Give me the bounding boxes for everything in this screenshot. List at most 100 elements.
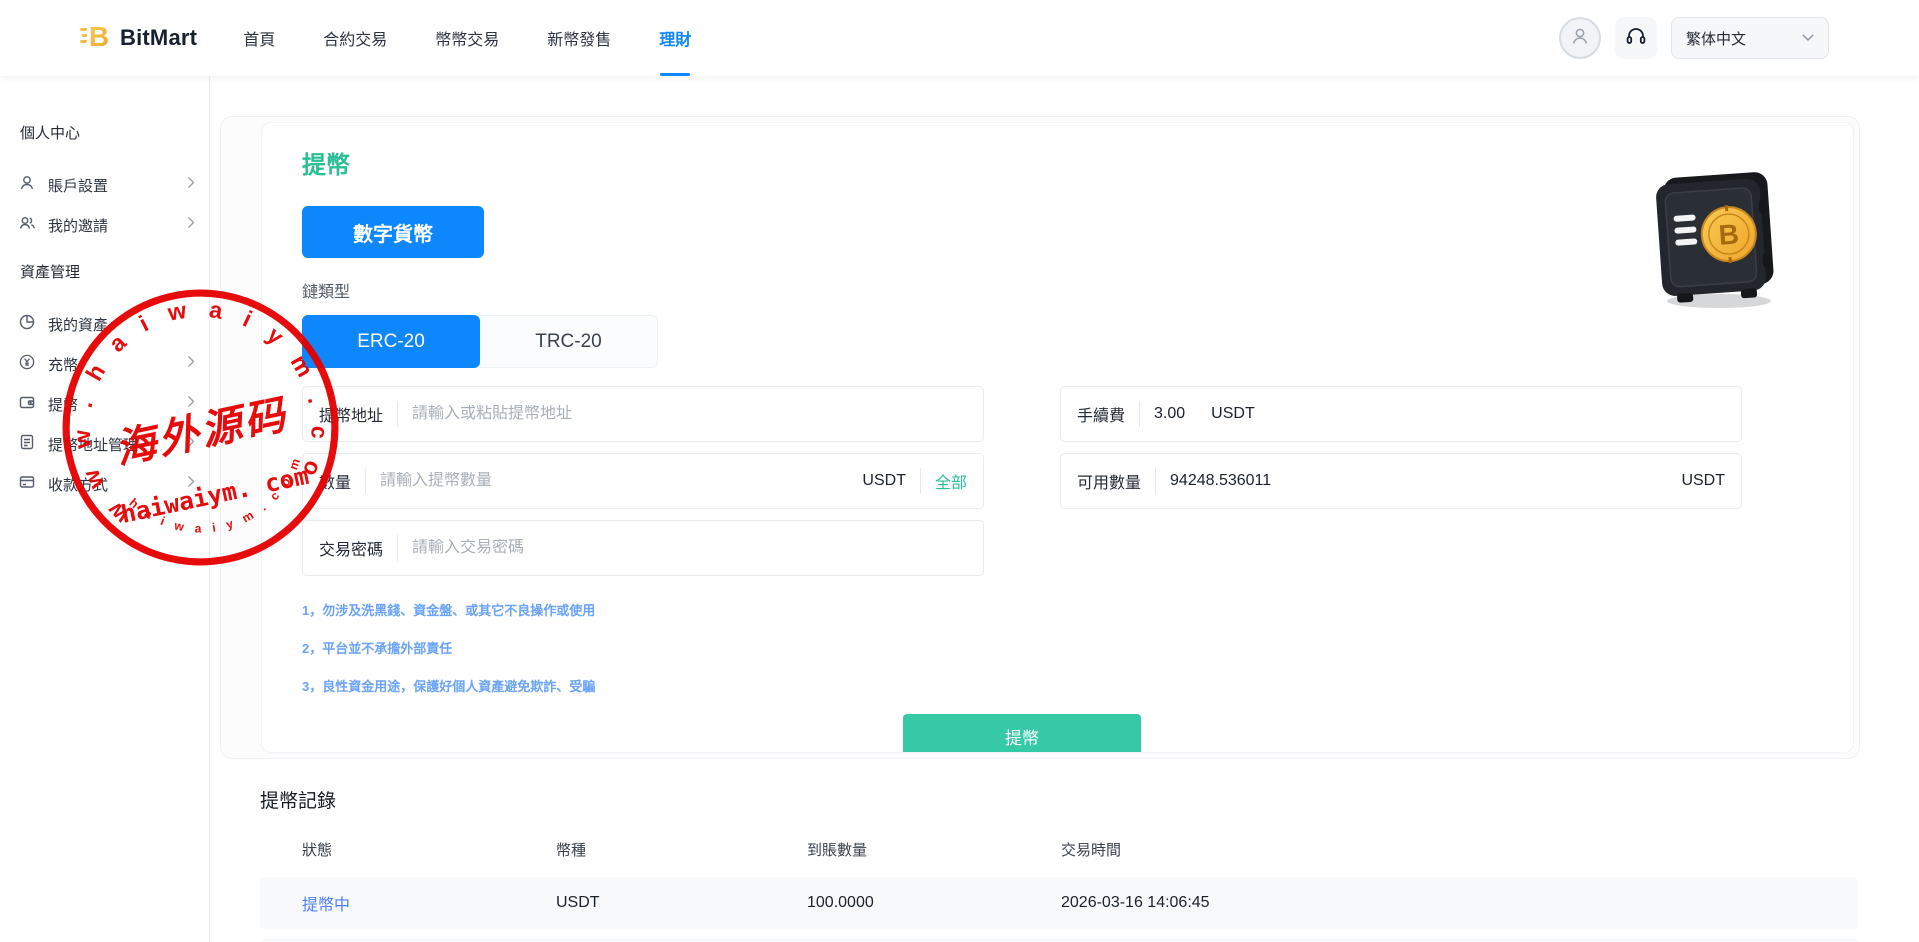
amount-field: 數量 USDT 全部 <box>302 453 984 509</box>
available-unit: USDT <box>1681 472 1725 490</box>
brand-name: BitMart <box>120 25 197 51</box>
tab-erc20[interactable]: ERC-20 <box>302 315 480 368</box>
users-icon <box>18 214 36 237</box>
sidebar-item-my-assets[interactable]: 我的資產 <box>18 304 195 344</box>
withdraw-notes: 1，勿涉及洗黑錢、資金盤、或其它不良操作或使用 2，平台並不承擔外部責任 3，良… <box>302 600 1853 695</box>
password-field: 交易密碼 <box>302 520 984 576</box>
sidebar-item-deposit[interactable]: 充幣 <box>18 344 195 384</box>
sidebar-section-assets: 資產管理 <box>18 261 195 282</box>
divider <box>397 535 398 561</box>
password-label: 交易密碼 <box>319 536 383 560</box>
support-button[interactable] <box>1615 17 1657 59</box>
language-selector[interactable]: 繁体中文 <box>1671 17 1829 59</box>
user-avatar[interactable] <box>1559 17 1601 59</box>
chevron-right-icon <box>187 475 195 493</box>
pie-chart-icon <box>18 313 36 336</box>
chevron-down-icon <box>1802 29 1814 47</box>
document-list-icon <box>18 433 36 456</box>
coin-cell: USDT <box>556 894 807 912</box>
divider <box>365 468 366 494</box>
amount-cell: 100.0000 <box>807 894 1061 912</box>
amount-unit: USDT <box>862 472 906 490</box>
sidebar-item-label: 充幣 <box>48 354 78 375</box>
sidebar-section-personal: 個人中心 <box>18 122 195 143</box>
withdraw-form: 提幣地址 手續費 3.00 USDT 數量 <box>302 386 1853 576</box>
available-label: 可用數量 <box>1077 469 1141 493</box>
col-amount: 到賬數量 <box>807 839 1061 860</box>
available-field: 可用數量 94248.536011 USDT <box>1060 453 1742 509</box>
header-right: 繁体中文 <box>1559 17 1829 59</box>
nav-earn[interactable]: 理財 <box>659 0 691 76</box>
amount-all-button[interactable]: 全部 <box>935 469 967 493</box>
address-label: 提幣地址 <box>319 402 383 426</box>
col-status: 狀態 <box>302 839 556 860</box>
currency-type-button[interactable]: 數字貨幣 <box>302 206 484 258</box>
withdraw-address-field: 提幣地址 <box>302 386 984 442</box>
main-nav: 首頁 合約交易 幣幣交易 新幣發售 理財 <box>243 0 691 76</box>
chain-tabs: ERC-20 TRC-20 <box>302 315 1853 368</box>
coin-yen-icon <box>18 353 36 376</box>
available-value: 94248.536011 <box>1170 472 1271 490</box>
note-line: 2，平台並不承擔外部責任 <box>302 638 1853 657</box>
fee-value: 3.00 <box>1154 405 1185 423</box>
divider <box>1155 468 1156 494</box>
chevron-right-icon <box>187 395 195 413</box>
fee-label: 手續費 <box>1077 402 1125 426</box>
sidebar: 個人中心 賬戶設置 我的邀請 <box>0 76 210 942</box>
fee-unit: USDT <box>1211 405 1255 423</box>
language-label: 繁体中文 <box>1686 28 1746 49</box>
amount-input[interactable] <box>380 472 862 490</box>
withdraw-card: 提幣 數字貨幣 鏈類型 ERC-20 TRC-20 提幣地址 手續費 <box>261 122 1854 753</box>
svg-text:B: B <box>89 21 109 52</box>
withdraw-address-input[interactable] <box>412 405 967 423</box>
records-header-row: 狀態 幣種 到賬數量 交易時間 <box>260 831 1858 867</box>
withdraw-panel: 提幣 數字貨幣 鏈類型 ERC-20 TRC-20 提幣地址 手續費 <box>220 116 1860 759</box>
nav-futures[interactable]: 合約交易 <box>323 0 387 76</box>
svg-text:B: B <box>1718 218 1740 250</box>
sidebar-item-withdraw[interactable]: 提幣 <box>18 384 195 424</box>
fee-field: 手續費 3.00 USDT <box>1060 386 1742 442</box>
sidebar-item-payment-methods[interactable]: 收款方式 <box>18 464 195 504</box>
password-input[interactable] <box>412 539 967 557</box>
sidebar-item-label: 提幣地址管理 <box>48 434 138 455</box>
status-badge: 提幣中 <box>302 891 556 915</box>
brand[interactable]: B BitMart <box>80 18 197 59</box>
col-time: 交易時間 <box>1061 839 1858 860</box>
sidebar-item-account-settings[interactable]: 賬戶設置 <box>18 165 195 205</box>
withdraw-records-section: 提幣記錄 狀態 幣種 到賬數量 交易時間 提幣中 USDT 100.0000 2… <box>260 786 1860 942</box>
user-icon <box>18 174 36 197</box>
nav-home[interactable]: 首頁 <box>243 0 275 76</box>
sidebar-item-label: 我的資產 <box>48 314 108 335</box>
sidebar-item-label: 收款方式 <box>48 474 108 495</box>
records-table: 狀態 幣種 到賬數量 交易時間 提幣中 USDT 100.0000 2026-0… <box>260 831 1858 942</box>
nav-spot[interactable]: 幣幣交易 <box>435 0 499 76</box>
wallet-icon <box>18 393 36 416</box>
divider <box>920 468 921 494</box>
safe-illustration: B <box>1641 165 1791 320</box>
chevron-right-icon <box>187 216 195 234</box>
page-title: 提幣 <box>302 145 1853 180</box>
chevron-right-icon <box>187 435 195 453</box>
nav-launchpad[interactable]: 新幣發售 <box>547 0 611 76</box>
tab-trc20[interactable]: TRC-20 <box>480 315 658 368</box>
sidebar-item-my-invitation[interactable]: 我的邀請 <box>18 205 195 245</box>
sidebar-item-address-management[interactable]: 提幣地址管理 <box>18 424 195 464</box>
note-line: 1，勿涉及洗黑錢、資金盤、或其它不良操作或使用 <box>302 600 1853 619</box>
records-title: 提幣記錄 <box>260 786 1860 813</box>
table-row: 提幣中 USDT 100.0000 2026-03-16 14:06:45 <box>260 877 1858 929</box>
sidebar-item-label: 提幣 <box>48 394 78 415</box>
chevron-right-icon <box>187 176 195 194</box>
user-icon <box>1569 25 1591 52</box>
chain-type-label: 鏈類型 <box>302 278 1853 302</box>
amount-label: 數量 <box>319 469 351 493</box>
col-coin: 幣種 <box>556 839 807 860</box>
headset-icon <box>1624 24 1648 53</box>
sidebar-item-label: 賬戶設置 <box>48 175 108 196</box>
main-content: 提幣 數字貨幣 鏈類型 ERC-20 TRC-20 提幣地址 手續費 <box>210 76 1919 942</box>
sidebar-item-label: 我的邀請 <box>48 215 108 236</box>
withdraw-submit-button[interactable]: 提幣 <box>903 714 1141 753</box>
top-header: B BitMart 首頁 合約交易 幣幣交易 新幣發售 理財 <box>0 0 1919 76</box>
time-cell: 2026-03-16 14:06:45 <box>1061 894 1858 912</box>
note-line: 3，良性資金用途，保護好個人資產避免欺詐、受騙 <box>302 676 1853 695</box>
divider <box>1139 401 1140 427</box>
